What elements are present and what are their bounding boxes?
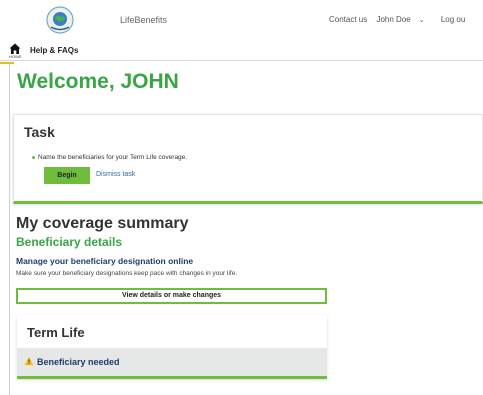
warning-icon: [24, 356, 34, 366]
page: LifeBenefits Contact us John Doe ⌄ Log ou…: [0, 0, 483, 395]
term-life-card[interactable]: Term Life Beneficiary needed: [17, 315, 327, 379]
user-menu[interactable]: John Doe ⌄: [376, 15, 431, 24]
sub-navigation: HOME Help & FAQs: [0, 40, 483, 61]
home-label: HOME: [9, 54, 22, 59]
top-header: LifeBenefits Contact us John Doe ⌄ Log ou: [0, 0, 483, 40]
left-divider: [9, 64, 10, 395]
begin-button[interactable]: Begin: [44, 167, 90, 184]
term-life-title: Term Life: [27, 325, 85, 340]
view-details-button[interactable]: View details or make changes: [16, 288, 327, 304]
contact-us-link[interactable]: Contact us: [329, 15, 367, 24]
app-name: LifeBenefits: [120, 15, 168, 25]
help-faqs-link[interactable]: Help & FAQs: [30, 46, 78, 55]
logout-link[interactable]: Log ou: [441, 15, 465, 24]
task-item: Name the beneficiaries for your Term Lif…: [38, 154, 188, 161]
user-name: John Doe: [376, 15, 411, 24]
accent-bar: [0, 62, 14, 64]
manage-beneficiary-heading: Manage your beneficiary designation onli…: [16, 256, 194, 266]
term-life-status: Beneficiary needed: [17, 348, 327, 376]
card-accent-bar: [17, 376, 327, 379]
dismiss-task-link[interactable]: Dismiss task: [96, 171, 135, 178]
home-button[interactable]: HOME: [9, 42, 23, 59]
top-links: Contact us John Doe ⌄ Log ou: [329, 15, 472, 24]
coverage-summary-heading: My coverage summary: [16, 215, 189, 232]
company-logo[interactable]: [45, 5, 75, 35]
bullet-icon: [32, 156, 35, 159]
welcome-heading: Welcome, JOHN: [17, 70, 179, 93]
manage-beneficiary-description: Make sure your beneficiary designations …: [16, 270, 238, 277]
beneficiary-needed-label: Beneficiary needed: [37, 357, 120, 367]
beneficiary-details-heading: Beneficiary details: [16, 235, 123, 249]
task-title: Task: [24, 124, 55, 140]
chevron-down-icon: ⌄: [418, 17, 425, 24]
task-card: Task Name the beneficiaries for your Ter…: [13, 114, 483, 204]
